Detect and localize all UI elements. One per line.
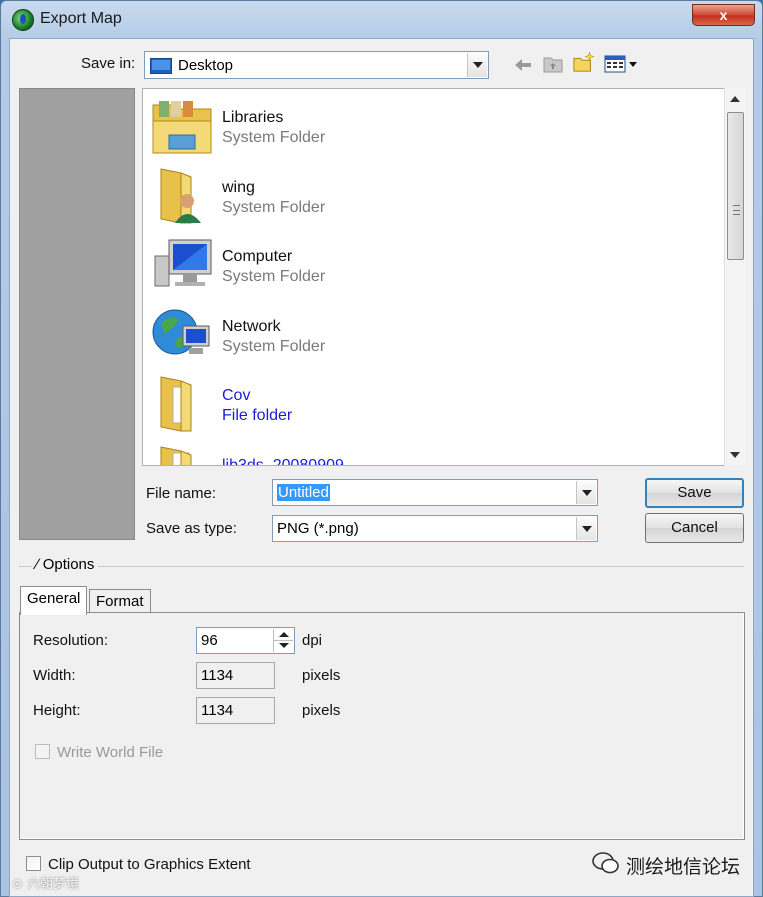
width-field: 1134 <box>196 662 275 689</box>
general-tab-panel <box>19 612 745 840</box>
scroll-up-icon[interactable] <box>730 96 740 102</box>
new-folder-icon[interactable] <box>572 51 596 73</box>
file-type-label: System Folder <box>222 338 326 355</box>
file-name-label: lib3ds_20080909 <box>222 457 344 466</box>
title-bar[interactable]: Export Map x <box>1 1 762 39</box>
file-type-label: System Folder <box>222 268 326 285</box>
resolution-label: Resolution: <box>33 632 109 649</box>
list-item[interactable]: wing System Folder <box>143 159 703 227</box>
user-folder-icon <box>160 168 201 224</box>
file-list[interactable]: Libraries System Folder wing System Fold… <box>142 88 746 466</box>
grip-icon <box>733 205 740 215</box>
window-title: Export Map <box>40 10 122 27</box>
file-name-input[interactable]: Untitled <box>272 479 598 506</box>
watermark-left: ⊙ 六朝梦境 <box>12 877 80 892</box>
close-icon: x <box>719 7 728 23</box>
height-field: 1134 <box>196 697 275 724</box>
chevron-down-icon[interactable] <box>467 53 487 77</box>
save-as-type-label: Save as type: <box>146 520 237 537</box>
save-button[interactable]: Save <box>645 478 744 508</box>
file-list-scrollbar[interactable] <box>724 88 746 466</box>
save-in-dropdown[interactable]: Desktop <box>144 51 489 79</box>
list-item[interactable]: Libraries System Folder <box>143 89 703 157</box>
file-type-label: System Folder <box>222 129 326 146</box>
height-value: 1134 <box>201 702 234 719</box>
scroll-thumb[interactable] <box>727 112 744 260</box>
places-bar[interactable] <box>19 88 135 540</box>
file-name-label: File name: <box>146 485 217 502</box>
tab-general[interactable]: General <box>20 586 88 615</box>
save-as-type-dropdown[interactable]: PNG (*.png) <box>272 515 598 542</box>
wechat-icon <box>592 852 619 874</box>
file-name-label: Libraries <box>222 109 284 126</box>
computer-icon <box>154 239 212 287</box>
scroll-down-icon[interactable] <box>730 452 740 458</box>
arcmap-globe-icon <box>12 9 34 31</box>
list-item[interactable]: Cov File folder <box>143 367 703 435</box>
chevron-down-icon[interactable] <box>576 517 596 540</box>
save-in-label: Save in: <box>81 55 136 72</box>
list-item[interactable]: Computer System Folder <box>143 228 703 296</box>
height-unit: pixels <box>302 702 341 719</box>
resolution-stepper[interactable]: 96 <box>196 627 295 654</box>
folder-icon <box>160 446 192 465</box>
write-world-file-label: Write World File <box>57 744 164 761</box>
options-divider <box>19 566 744 567</box>
save-as-type-value: PNG (*.png) <box>277 520 359 537</box>
options-label: Options <box>42 556 95 573</box>
width-label: Width: <box>33 667 76 684</box>
view-menu-icon[interactable] <box>604 54 640 76</box>
folder-icon <box>160 376 192 432</box>
libraries-folder-icon <box>152 101 212 154</box>
expand-toggle-icon: ∕ <box>36 556 39 573</box>
spinner-arrows-icon[interactable] <box>273 629 293 652</box>
weibo-icon: ⊙ <box>12 877 23 892</box>
file-name-label: wing <box>222 179 255 196</box>
resolution-value: 96 <box>201 632 218 649</box>
width-unit: pixels <box>302 667 341 684</box>
options-toggle[interactable]: ∕ Options <box>32 556 99 573</box>
network-icon <box>152 309 210 355</box>
cancel-button[interactable]: Cancel <box>645 513 744 543</box>
file-type-label: System Folder <box>222 199 326 216</box>
back-arrow-icon[interactable] <box>511 54 535 76</box>
list-item[interactable]: lib3ds_20080909 <box>143 437 703 466</box>
chevron-down-icon[interactable] <box>576 481 596 504</box>
up-folder-icon[interactable] <box>542 53 566 75</box>
write-world-file-checkbox[interactable] <box>35 744 50 759</box>
clip-output-label: Clip Output to Graphics Extent <box>48 856 251 873</box>
file-name-value: Untitled <box>277 484 330 501</box>
file-name-label: Network <box>222 318 281 335</box>
close-button[interactable]: x <box>692 4 755 26</box>
width-value: 1134 <box>201 667 234 684</box>
resolution-unit: dpi <box>302 632 323 649</box>
height-label: Height: <box>33 702 81 719</box>
file-name-label: Computer <box>222 248 293 265</box>
file-type-label: File folder <box>222 407 293 424</box>
list-item[interactable]: Network System Folder <box>143 298 703 366</box>
clip-output-checkbox[interactable] <box>26 856 41 871</box>
desktop-icon <box>150 58 172 74</box>
save-in-value: Desktop <box>178 57 234 74</box>
watermark-forum: 测绘地信论坛 <box>626 856 741 878</box>
file-name-label: Cov <box>222 387 251 404</box>
